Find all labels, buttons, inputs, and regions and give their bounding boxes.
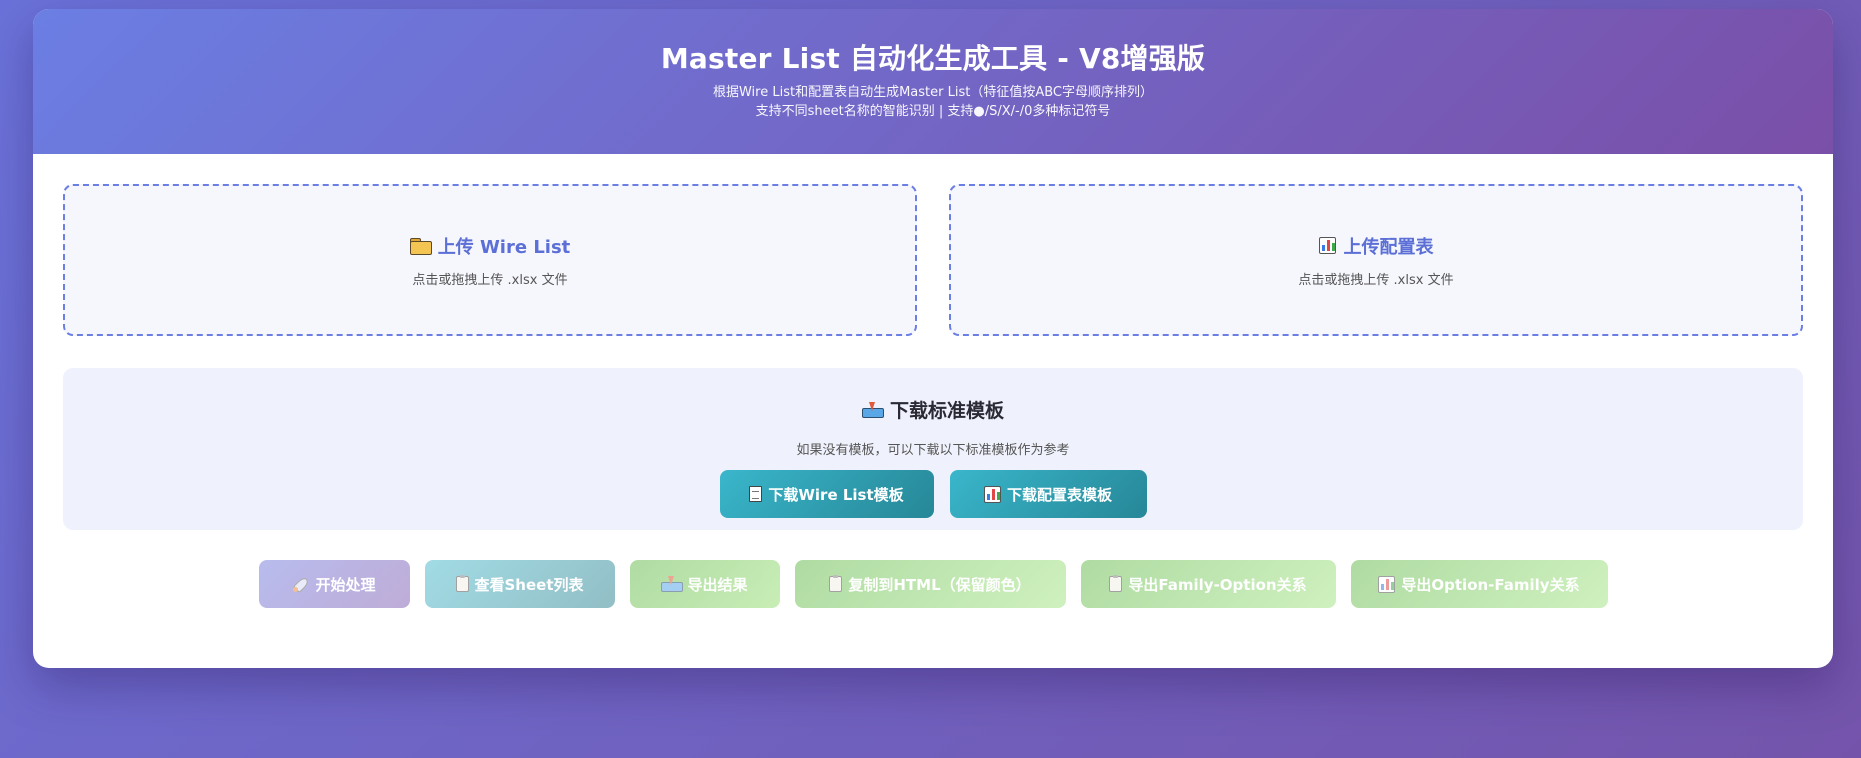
copy-to-html-label: 复制到HTML（保留颜色） — [848, 575, 1031, 594]
clipboard-icon — [1109, 575, 1123, 592]
upload-area: 上传 Wire List 点击或拖拽上传 .xlsx 文件 上传配置表 点击或拖… — [63, 184, 1803, 336]
template-section-title: 下载标准模板 — [63, 396, 1803, 423]
copy-to-html-button[interactable]: 复制到HTML（保留颜色） — [794, 560, 1066, 608]
config-upload-title: 上传配置表 — [1318, 233, 1434, 259]
document-icon — [749, 486, 763, 502]
clipboard-icon — [829, 575, 843, 592]
download-wire-list-template-label: 下载Wire List模板 — [768, 485, 904, 504]
config-upload-label: 上传配置表 — [1343, 236, 1434, 258]
template-buttons: 下载Wire List模板 下载配置表模板 — [63, 470, 1803, 518]
page-title: Master List 自动化生成工具 - V8增强版 — [660, 42, 1206, 75]
app-header: Master List 自动化生成工具 - V8增强版 根据Wire List和… — [33, 9, 1833, 154]
clipboard-icon — [455, 575, 469, 592]
folder-icon — [409, 238, 432, 255]
template-section-title-text: 下载标准模板 — [889, 400, 1004, 422]
config-upload-dropzone[interactable]: 上传配置表 点击或拖拽上传 .xlsx 文件 — [949, 184, 1803, 336]
main-card: Master List 自动化生成工具 - V8增强版 根据Wire List和… — [33, 9, 1833, 668]
view-sheet-list-button[interactable]: 查看Sheet列表 — [424, 560, 615, 608]
download-config-template-label: 下载配置表模板 — [1006, 485, 1112, 504]
bar-chart-icon — [983, 485, 1001, 503]
start-processing-label: 开始处理 — [315, 575, 376, 594]
bar-chart-icon — [1318, 237, 1336, 254]
export-option-family-label: 导出Option-Family关系 — [1401, 575, 1580, 594]
template-download-section: 下载标准模板 如果没有模板，可以下载以下标准模板作为参考 下载Wire List… — [63, 368, 1803, 530]
export-family-option-label: 导出Family-Option关系 — [1128, 575, 1307, 594]
download-config-template-button[interactable]: 下载配置表模板 — [949, 470, 1147, 518]
download-wire-list-template-button[interactable]: 下载Wire List模板 — [719, 470, 934, 518]
config-upload-hint: 点击或拖拽上传 .xlsx 文件 — [1298, 272, 1454, 288]
wire-list-upload-title: 上传 Wire List — [409, 233, 571, 259]
export-results-button[interactable]: 导出结果 — [629, 560, 780, 608]
wire-list-upload-hint: 点击或拖拽上传 .xlsx 文件 — [412, 272, 568, 288]
template-section-description: 如果没有模板，可以下载以下标准模板作为参考 — [796, 443, 1070, 458]
download-tray-icon — [861, 401, 884, 418]
export-option-family-button[interactable]: 导出Option-Family关系 — [1350, 560, 1608, 608]
action-toolbar: 开始处理 查看Sheet列表 导出结果 复制到HTML（保留颜色） 导出Fami… — [33, 560, 1833, 608]
rocket-icon — [292, 576, 309, 593]
page-subtitle-1: 根据Wire List和配置表自动生成Master List（特征值按ABC字母… — [712, 85, 1153, 100]
bar-chart-icon — [1378, 575, 1396, 593]
wire-list-upload-dropzone[interactable]: 上传 Wire List 点击或拖拽上传 .xlsx 文件 — [63, 184, 917, 336]
export-results-label: 导出结果 — [687, 575, 748, 594]
start-processing-button[interactable]: 开始处理 — [258, 560, 410, 608]
page-subtitle-2: 支持不同sheet名称的智能识别 | 支持●/S/X/-/0多种标记符号 — [755, 104, 1111, 119]
wire-list-upload-label: 上传 Wire List — [437, 236, 571, 258]
export-family-option-button[interactable]: 导出Family-Option关系 — [1080, 560, 1336, 608]
download-tray-icon — [661, 576, 684, 592]
view-sheet-list-label: 查看Sheet列表 — [474, 575, 584, 594]
